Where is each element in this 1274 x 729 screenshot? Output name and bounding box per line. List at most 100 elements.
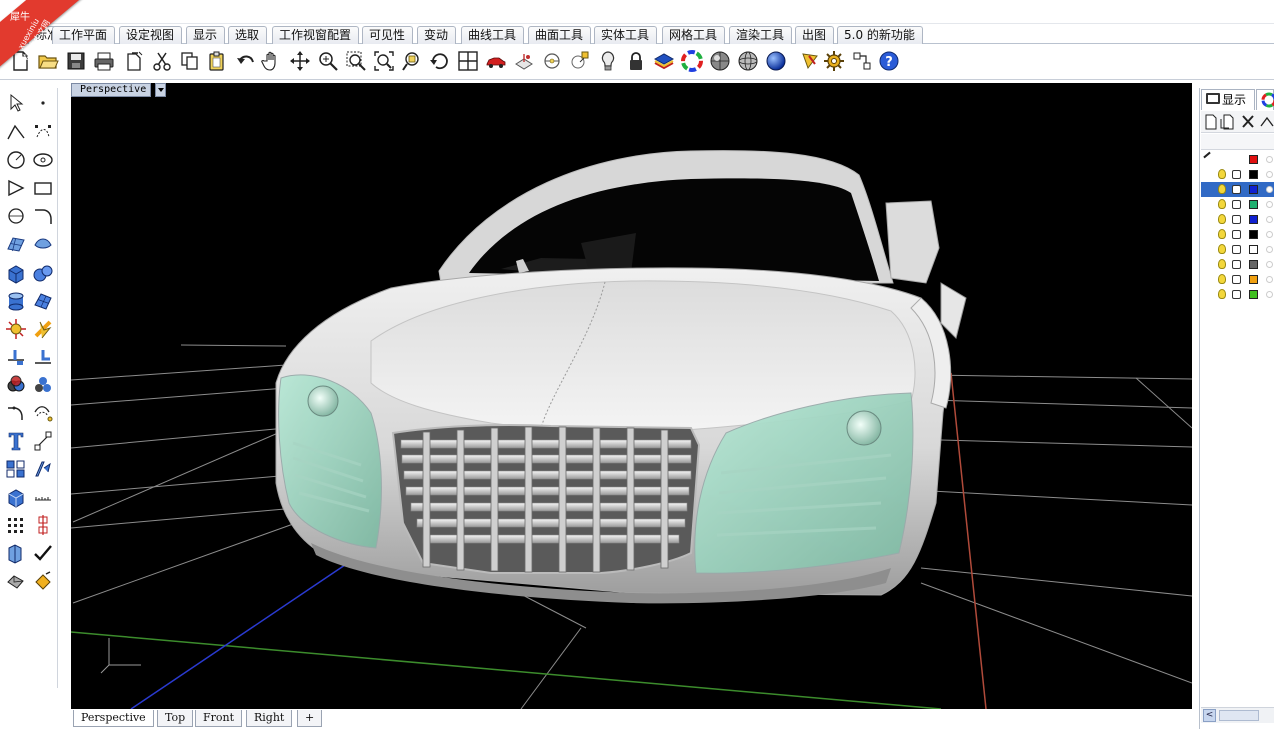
split-icon[interactable]: [3, 344, 29, 370]
lock-icon[interactable]: [1232, 200, 1241, 209]
analyze-icon[interactable]: [3, 540, 29, 566]
tab-set-view[interactable]: 设定视图: [119, 26, 183, 44]
car-icon[interactable]: [484, 49, 508, 73]
paste-icon[interactable]: [205, 49, 229, 73]
layers-horizontal-scrollbar[interactable]: <: [1201, 707, 1274, 723]
move-layer-up-icon[interactable]: [1260, 116, 1274, 127]
render-icon[interactable]: [3, 568, 29, 594]
layer-material-dot[interactable]: [1266, 186, 1273, 193]
rectangle-icon[interactable]: [30, 175, 56, 201]
vtab-perspective[interactable]: Perspective: [73, 710, 154, 727]
layer-color-swatch[interactable]: [1249, 290, 1258, 299]
layer-row[interactable]: [1201, 272, 1274, 287]
tab-display[interactable]: 显示: [186, 26, 226, 44]
ellipse-icon[interactable]: [30, 147, 56, 173]
light-bulb-icon[interactable]: [1218, 259, 1226, 269]
vtab-front[interactable]: Front: [195, 710, 243, 727]
layer-row[interactable]: [1201, 287, 1274, 302]
layer-material-dot[interactable]: [1266, 246, 1273, 253]
layer-color-swatch[interactable]: [1249, 200, 1258, 209]
new-sublayer-icon[interactable]: [1220, 114, 1234, 130]
display-panel-tab[interactable]: 显示: [1201, 89, 1255, 110]
layer-icon[interactable]: [652, 49, 676, 73]
lock-icon[interactable]: [1232, 260, 1241, 269]
perspective-viewport[interactable]: [71, 83, 1192, 709]
render-blue-sphere-icon[interactable]: [764, 49, 788, 73]
tab-viewport-layout[interactable]: 工作视窗配置: [272, 26, 360, 44]
light-bulb-icon[interactable]: [1218, 244, 1226, 254]
vtab-right[interactable]: Right: [246, 710, 293, 727]
light-bulb-icon[interactable]: [1218, 169, 1226, 179]
group-icon[interactable]: [30, 372, 56, 398]
light-bulb-icon[interactable]: [1218, 214, 1226, 224]
zoom-selected-icon[interactable]: [400, 49, 424, 73]
polygon-icon[interactable]: [3, 175, 29, 201]
solid-edit-icon[interactable]: [3, 484, 29, 510]
layer-material-dot[interactable]: [1266, 276, 1273, 283]
lock-icon[interactable]: [1232, 290, 1241, 299]
render-sphere-icon[interactable]: [708, 49, 732, 73]
pencil-flag-icon[interactable]: [798, 49, 822, 73]
lock-icon[interactable]: [1232, 275, 1241, 284]
layer-row[interactable]: [1201, 212, 1274, 227]
tab-cplanes[interactable]: 工作平面: [52, 26, 116, 44]
help-icon[interactable]: ?: [877, 49, 901, 73]
lock-icon[interactable]: [1232, 185, 1241, 194]
layer-row[interactable]: [1201, 257, 1274, 272]
viewport-title-label[interactable]: Perspective: [71, 83, 152, 97]
tab-layout[interactable]: 出图: [795, 26, 835, 44]
scroll-thumb[interactable]: [1219, 710, 1259, 721]
layer-row[interactable]: [1201, 167, 1274, 182]
cylinder-icon[interactable]: [3, 288, 29, 314]
grid-array-icon[interactable]: [3, 512, 29, 538]
pan-hand-icon[interactable]: [260, 49, 284, 73]
layer-material-dot[interactable]: [1266, 156, 1273, 163]
dimension-icon[interactable]: [850, 49, 874, 73]
save-icon[interactable]: [64, 49, 88, 73]
print-icon[interactable]: [92, 49, 116, 73]
dimension-tool-icon[interactable]: [30, 428, 56, 454]
select-arrow-icon[interactable]: [3, 90, 29, 116]
layer-material-dot[interactable]: [1266, 201, 1273, 208]
circle-icon[interactable]: [3, 147, 29, 173]
grid-snap-icon[interactable]: [540, 49, 564, 73]
tab-visibility[interactable]: 可见性: [362, 26, 414, 44]
delete-layer-icon[interactable]: [1242, 115, 1254, 128]
osnap-icon[interactable]: [568, 49, 592, 73]
tab-render-tools[interactable]: 渲染工具: [729, 26, 793, 44]
curve-edit-icon[interactable]: [30, 119, 56, 145]
arc-icon[interactable]: [3, 203, 29, 229]
tab-solid-tools[interactable]: 实体工具: [594, 26, 658, 44]
layer-row[interactable]: [1201, 227, 1274, 242]
lock-icon[interactable]: [1232, 230, 1241, 239]
paint-bucket-icon[interactable]: [30, 568, 56, 594]
lock-icon[interactable]: [1232, 215, 1241, 224]
lock-icon[interactable]: [1232, 245, 1241, 254]
block-icon[interactable]: [30, 484, 56, 510]
fillet-icon[interactable]: [3, 400, 29, 426]
layer-material-dot[interactable]: [1266, 171, 1273, 178]
transform-icon[interactable]: [30, 456, 56, 482]
viewport-menu-arrow-icon[interactable]: [155, 83, 166, 97]
polyline-icon[interactable]: [3, 119, 29, 145]
light-bulb-icon[interactable]: [1218, 199, 1226, 209]
align-icon[interactable]: [30, 512, 56, 538]
array-icon[interactable]: [3, 456, 29, 482]
layer-color-swatch[interactable]: [1249, 185, 1258, 194]
layer-row[interactable]: [1201, 242, 1274, 257]
light-bulb-icon[interactable]: [596, 49, 620, 73]
fillet-curve-icon[interactable]: [30, 203, 56, 229]
color-wheel-icon[interactable]: [680, 49, 704, 73]
import-icon[interactable]: [122, 49, 146, 73]
boolean-icon[interactable]: [3, 372, 29, 398]
zoom-extents-icon[interactable]: [372, 49, 396, 73]
zoom-window-icon[interactable]: [344, 49, 368, 73]
box-solid-icon[interactable]: [3, 260, 29, 286]
layer-color-swatch[interactable]: [1249, 215, 1258, 224]
cut-icon[interactable]: [150, 49, 174, 73]
layer-row[interactable]: [1201, 182, 1274, 197]
check-icon[interactable]: [30, 540, 56, 566]
layer-color-swatch[interactable]: [1249, 170, 1258, 179]
tab-curve-tools[interactable]: 曲线工具: [461, 26, 525, 44]
light-bulb-icon[interactable]: [1218, 184, 1226, 194]
